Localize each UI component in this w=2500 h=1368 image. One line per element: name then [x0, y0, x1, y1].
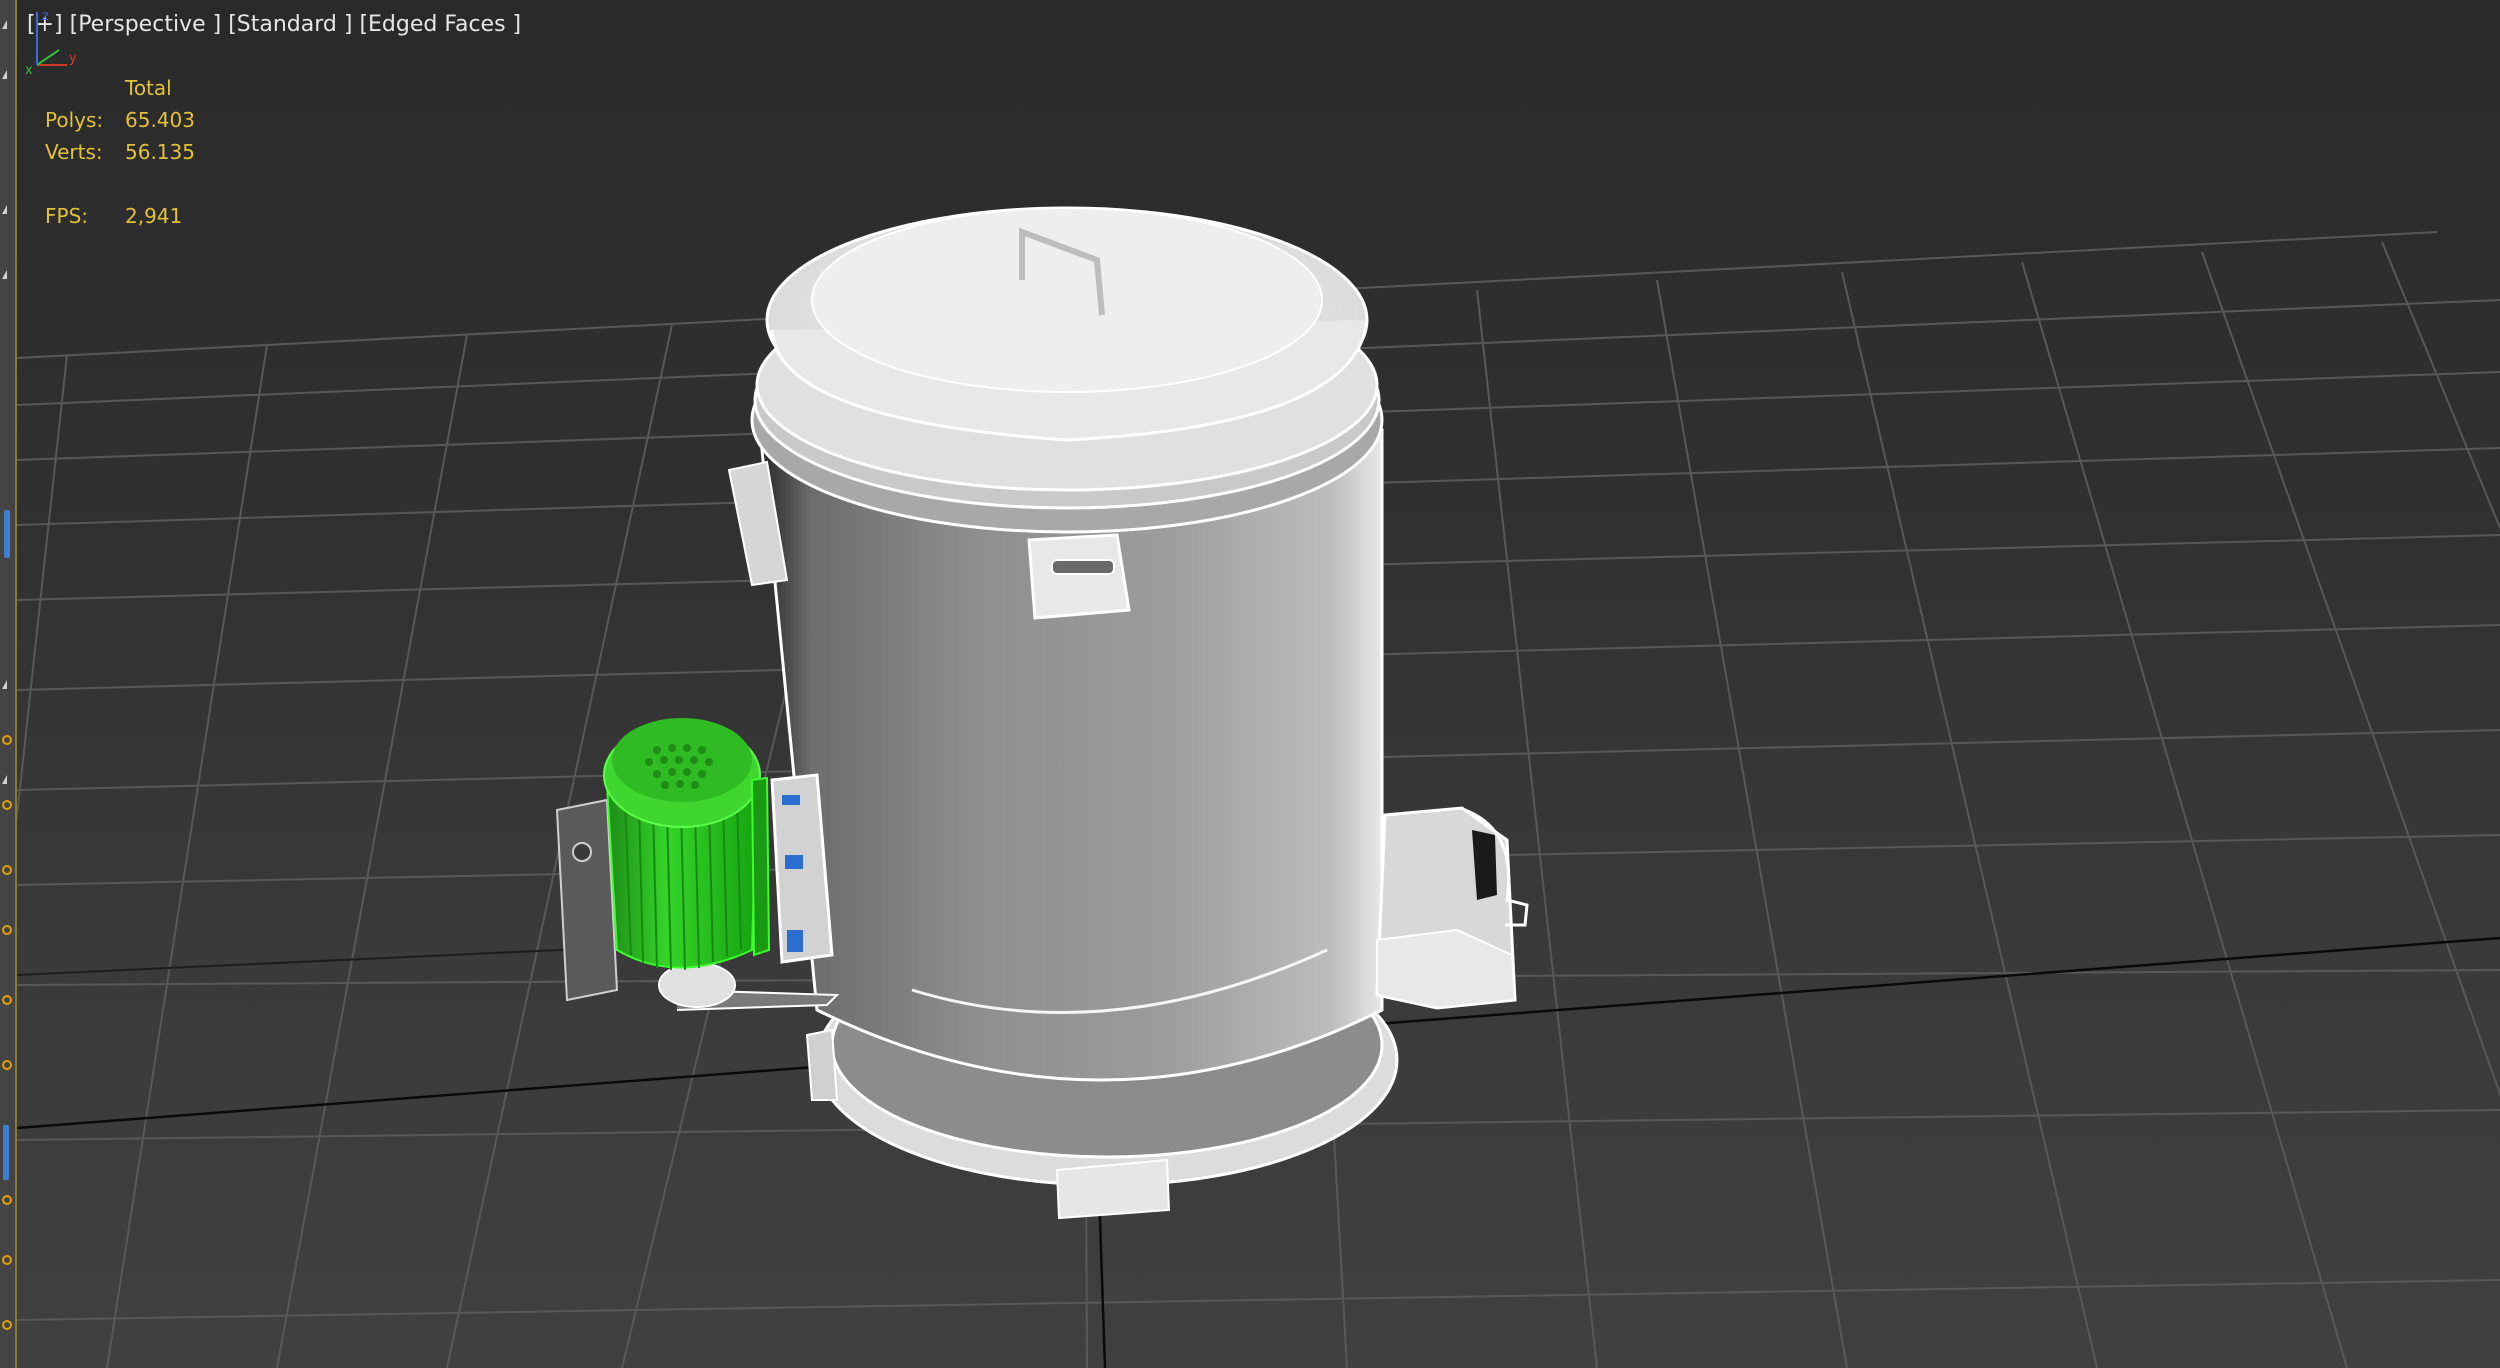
radio-option-icon[interactable] [2, 1255, 12, 1265]
viewport-edge-mode-menu[interactable]: [Edged Faces ] [359, 12, 521, 37]
collapse-arrow-icon[interactable] [2, 70, 7, 79]
collapse-arrow-icon[interactable] [2, 270, 7, 279]
collapse-arrow-icon[interactable] [2, 680, 7, 689]
motor-model-selected[interactable] [555, 718, 771, 1008]
radio-option-icon[interactable] [2, 1195, 12, 1205]
radio-option-icon[interactable] [2, 865, 12, 875]
axis-y-label: y [69, 51, 77, 66]
scene-canvas[interactable] [17, 0, 2500, 1368]
command-panel-edge[interactable] [0, 0, 17, 1368]
panel-scroll-handle[interactable] [3, 1125, 9, 1180]
radio-option-icon[interactable] [2, 1320, 12, 1330]
stats-verts-label: Verts: [45, 140, 103, 164]
radio-option-icon[interactable] [2, 800, 12, 810]
axis-tripod-icon: x y z [25, 9, 77, 78]
stats-polys-label: Polys: [45, 108, 104, 132]
radio-option-icon[interactable] [2, 925, 12, 935]
stats-polys-value: 65.403 [125, 108, 195, 132]
axis-x-label: x [25, 63, 33, 78]
statistics-overlay: Total Polys: 65.403 Verts: 56.135 FPS: 2… [45, 72, 195, 232]
collapse-arrow-icon[interactable] [2, 205, 7, 214]
viewport-pov-menu[interactable]: [Perspective ] [70, 12, 222, 37]
viewport-shading-mode-menu[interactable]: [Standard ] [228, 12, 352, 37]
axis-z-label: z [42, 9, 49, 24]
perspective-viewport[interactable]: [+] [Perspective ] [Standard ] [Edged Fa… [17, 0, 2500, 1368]
stats-total-header: Total [125, 76, 172, 100]
collapse-arrow-icon[interactable] [2, 775, 7, 784]
radio-option-icon[interactable] [2, 995, 12, 1005]
stats-verts-value: 56.135 [125, 140, 195, 164]
collapse-arrow-icon[interactable] [2, 20, 7, 29]
app-window: [+] [Perspective ] [Standard ] [Edged Fa… [0, 0, 2500, 1368]
radio-option-icon[interactable] [2, 735, 12, 745]
panel-scroll-handle[interactable] [4, 510, 10, 558]
radio-option-icon[interactable] [2, 1060, 12, 1070]
stats-fps-label: FPS: [45, 204, 88, 228]
stats-fps-value: 2,941 [125, 204, 183, 228]
viewport-label-menu[interactable]: [+] [Perspective ] [Standard ] [Edged Fa… [27, 12, 521, 37]
